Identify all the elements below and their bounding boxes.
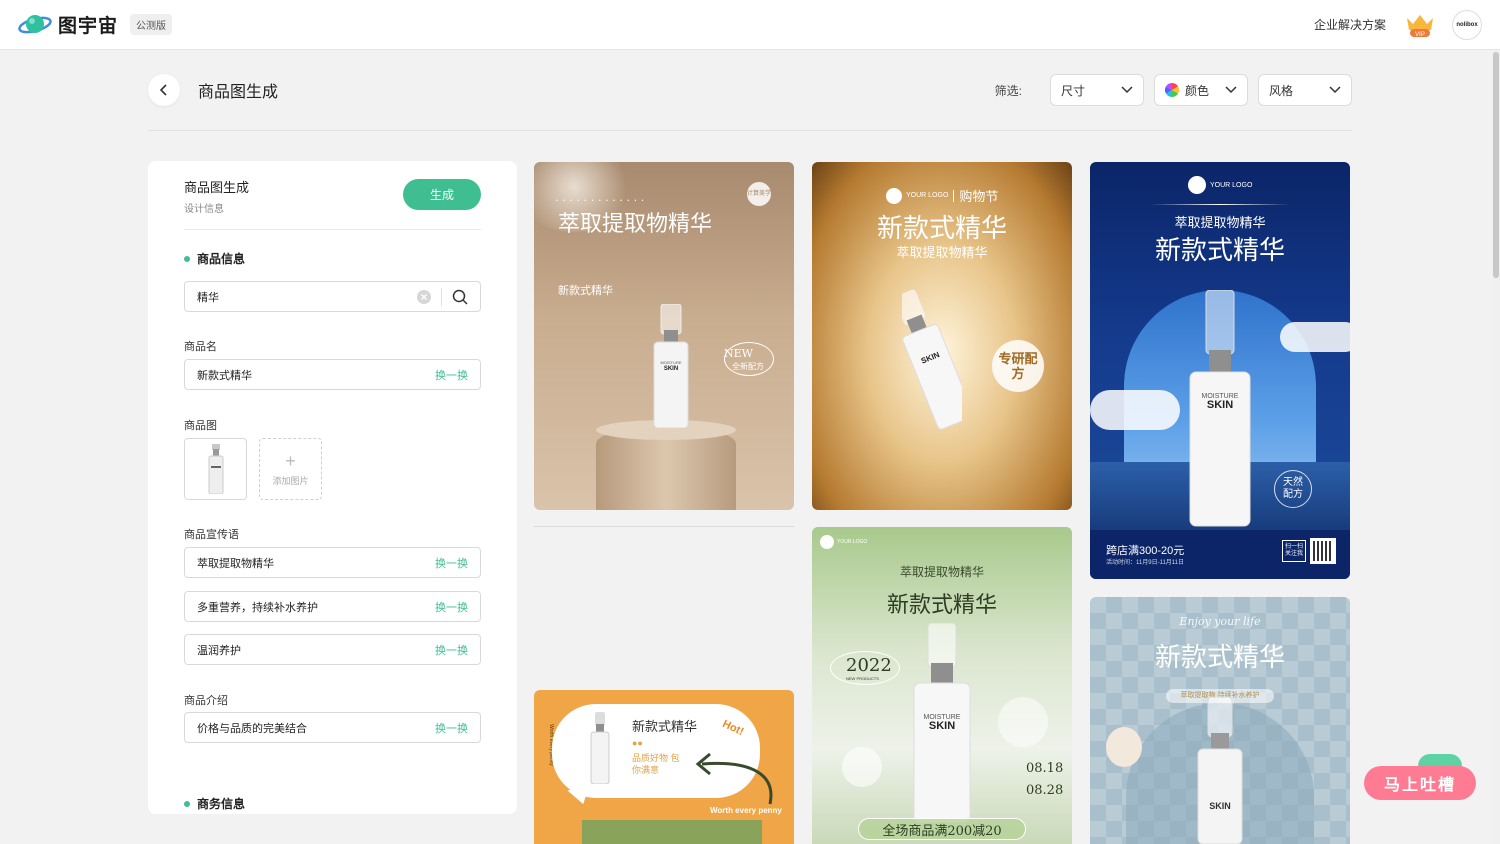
flower-decoration xyxy=(998,697,1048,747)
enterprise-solutions-link[interactable]: 企业解决方案 xyxy=(1314,16,1386,33)
card-title: 新款式精华 xyxy=(1154,235,1285,265)
page-title: 商品图生成 xyxy=(198,84,279,101)
back-button[interactable] xyxy=(148,74,180,106)
svg-text:SKIN: SKIN xyxy=(1207,399,1233,411)
stamp-badge: 专研配方 xyxy=(992,340,1044,392)
qr-code xyxy=(1310,538,1336,564)
swap-button[interactable]: 换一换 xyxy=(435,720,468,736)
filter-label: 筛选: xyxy=(994,83,1022,98)
product-image-label: 商品图 xyxy=(184,420,217,432)
product-search-input[interactable]: 精华 xyxy=(184,281,481,312)
natural-badge: 天然配方 xyxy=(1274,470,1312,508)
product-name-field[interactable]: 新款式精华 换一换 xyxy=(184,359,481,390)
swap-button[interactable]: 换一换 xyxy=(435,555,468,571)
card-title: 新款式精华 xyxy=(632,719,698,734)
slogan-field-3[interactable]: 温润养护 换一换 xyxy=(184,634,481,665)
vip-crown-icon[interactable]: VIP xyxy=(1404,12,1436,38)
card-subtitle: 萃取提取物精华 xyxy=(899,565,984,579)
chevron-down-icon xyxy=(1225,86,1237,94)
slogan-field-2[interactable]: 多重营养，持续补水养护 换一换 xyxy=(184,591,481,622)
svg-text:MOISTURE: MOISTURE xyxy=(660,360,681,365)
result-card-5[interactable]: Worth every penny 新款式精华 ●● 品质好物 包你满意 Hot… xyxy=(534,690,794,844)
swap-button[interactable]: 换一换 xyxy=(435,642,468,658)
plus-icon: + xyxy=(285,450,296,471)
slogan-field-1[interactable]: 萃取提取物精华 换一换 xyxy=(184,547,481,578)
panel-title: 商品图生成 xyxy=(184,180,250,195)
promo-banner: 全场商品满200减20 xyxy=(858,818,1026,840)
card-title: 新款式精华 xyxy=(886,593,997,618)
card-subtitle: 萃取提取物精华 xyxy=(896,246,988,261)
feedback-button[interactable]: 马上吐槽 xyxy=(1364,766,1476,800)
product-name-label: 商品名 xyxy=(184,341,217,353)
top-bar: 图宇宙 公测版 企业解决方案 VIP nolibox xyxy=(0,0,1500,50)
swap-button[interactable]: 换一换 xyxy=(435,367,468,383)
cloud-left xyxy=(1090,390,1180,430)
user-avatar[interactable]: nolibox xyxy=(1452,9,1482,40)
intro-field[interactable]: 价格与品质的完美结合 换一换 xyxy=(184,712,481,743)
slogan-label: 商品宣传语 xyxy=(184,529,239,541)
generate-button[interactable]: 生成 xyxy=(403,179,481,210)
intro-label: 商品介绍 xyxy=(184,695,228,707)
chevron-down-icon xyxy=(1329,86,1341,94)
page-header: 商品图生成 筛选: 尺寸 颜色 风格 xyxy=(148,74,1352,106)
result-card-4[interactable]: YOUR LOGO 萃取提取物精华 新款式精华 2022 NEW PRODUCT… xyxy=(812,527,1072,844)
curved-arrow-icon xyxy=(695,752,773,805)
brand-name[interactable]: 图宇宙 xyxy=(58,11,118,38)
chevron-down-icon xyxy=(1121,86,1133,94)
logo-badge: 计算美学 xyxy=(747,182,771,206)
result-card-2[interactable]: YOUR LOGO 购物节 新款式精华 萃取提取物精华 专研配方 SKIN xyxy=(812,162,1072,510)
product-image-thumbnail[interactable] xyxy=(184,438,247,500)
card-subtitle: 萃取提取物精华 xyxy=(1174,215,1266,230)
serum-bottle: MOISTURE SKIN xyxy=(913,623,971,823)
card-title: 新款式精华 xyxy=(1154,643,1285,673)
chevron-left-icon xyxy=(159,84,167,96)
card-subtitle: 新款式精华 xyxy=(558,284,613,297)
color-wheel-icon xyxy=(1165,83,1179,97)
result-card-1[interactable]: • • • • • • • • • • • • • 计算美学 萃取提取物精华 新… xyxy=(534,162,794,510)
serum-bottle: SKIN xyxy=(902,289,962,430)
svg-text:SKIN: SKIN xyxy=(929,720,955,732)
serum-bottle: MOISTURE SKIN xyxy=(653,304,689,428)
result-card-3[interactable]: YOUR LOGO 萃取提取物精华 新款式精华 MOISTURE SKIN 天然… xyxy=(1090,162,1350,579)
promo-date: 活动时间：11月9日-11月11日 xyxy=(1106,560,1185,566)
result-card-6[interactable]: Enjoy your life 新款式精华 萃取提取物 持续补水养护 SKIN xyxy=(1090,597,1350,844)
serum-bottle: SKIN xyxy=(1197,697,1243,844)
header-divider xyxy=(148,130,1352,131)
serum-bottle xyxy=(590,712,610,784)
color-filter-dropdown[interactable]: 颜色 xyxy=(1154,74,1248,106)
search-icon[interactable] xyxy=(452,289,468,305)
swap-button[interactable]: 换一换 xyxy=(435,599,468,615)
cloud-right xyxy=(1280,322,1350,352)
svg-text:VIP: VIP xyxy=(1415,32,1425,38)
promo-text: 跨店满300-20元 xyxy=(1106,545,1185,557)
placeholder-divider xyxy=(534,526,794,527)
serum-bottle: MOISTURE SKIN xyxy=(1189,290,1251,527)
card-title: 萃取提取物精华 xyxy=(558,212,713,237)
panel-divider xyxy=(184,229,481,230)
style-filter-dropdown[interactable]: 风格 xyxy=(1258,74,1352,106)
card-title: 新款式精华 xyxy=(876,214,1007,244)
product-info-section: 商品信息 xyxy=(184,250,245,267)
add-image-button[interactable]: + 添加图片 xyxy=(259,438,322,500)
svg-text:SKIN: SKIN xyxy=(1209,801,1231,811)
clear-icon[interactable] xyxy=(417,289,431,304)
flower-decoration xyxy=(842,747,882,787)
design-info-panel: 商品图生成 设计信息 生成 商品信息 精华 商品名 新款式精华 换一换 商品图 +… xyxy=(148,161,517,814)
panel-subtitle: 设计信息 xyxy=(184,204,224,215)
page-scrollbar-thumb[interactable] xyxy=(1493,52,1499,278)
business-info-section: 商务信息 xyxy=(184,795,245,812)
beta-badge: 公测版 xyxy=(130,14,173,35)
planet-logo-icon[interactable] xyxy=(18,11,52,39)
svg-text:SKIN: SKIN xyxy=(664,366,678,372)
size-filter-dropdown[interactable]: 尺寸 xyxy=(1050,74,1144,106)
